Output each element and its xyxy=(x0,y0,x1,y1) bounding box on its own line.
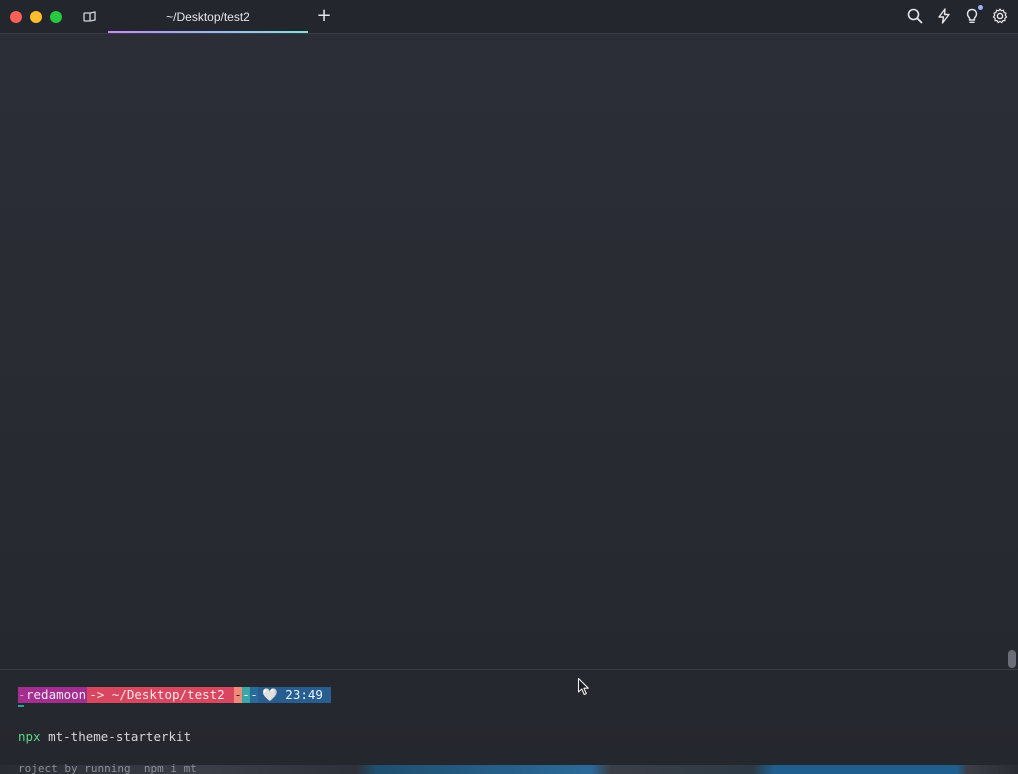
title-bar: ~/Desktop/test2 + xyxy=(0,0,1018,34)
tab-title: ~/Desktop/test2 xyxy=(166,10,250,24)
active-tab-indicator xyxy=(108,31,308,33)
shell-prompt: - redamoon -> ~/Desktop/test2 - - - 🤍 23… xyxy=(18,687,331,703)
prompt-git-segment-c: - xyxy=(250,687,259,703)
gear-icon[interactable] xyxy=(991,7,1009,25)
prompt-underline-mark xyxy=(18,705,24,707)
prompt-time: 🤍 23:49 xyxy=(258,687,331,703)
close-window-button[interactable] xyxy=(10,11,22,23)
command-arguments: mt-theme-starterkit xyxy=(40,729,192,744)
scrollbar-thumb[interactable] xyxy=(1008,650,1016,668)
new-tab-button[interactable]: + xyxy=(315,6,333,26)
tab-current[interactable]: ~/Desktop/test2 xyxy=(108,0,308,34)
prompt-git-segment-b: - xyxy=(242,687,251,703)
terminal-output-area[interactable] xyxy=(0,34,1018,670)
terminal-window: ~/Desktop/test2 + - redamoon -> ~/Deskto… xyxy=(0,0,1018,774)
tabs-panel-icon[interactable] xyxy=(82,9,98,25)
prompt-git-segment-a: - xyxy=(234,687,243,703)
minimize-window-button[interactable] xyxy=(30,11,42,23)
maximize-window-button[interactable] xyxy=(50,11,62,23)
notification-dot xyxy=(978,5,983,10)
mouse-pointer-icon xyxy=(577,677,589,696)
prompt-lead: - xyxy=(18,687,26,703)
command-binary: npx xyxy=(18,729,41,744)
lightning-icon[interactable] xyxy=(935,7,953,25)
background-window-text: roject by running npm i mt xyxy=(18,762,197,774)
block-divider xyxy=(0,669,1018,670)
search-icon[interactable] xyxy=(906,7,924,25)
command-input[interactable]: npx mt-theme-starterkit xyxy=(18,729,191,745)
prompt-path: -> ~/Desktop/test2 xyxy=(87,687,235,703)
prompt-user: redamoon xyxy=(26,687,88,703)
